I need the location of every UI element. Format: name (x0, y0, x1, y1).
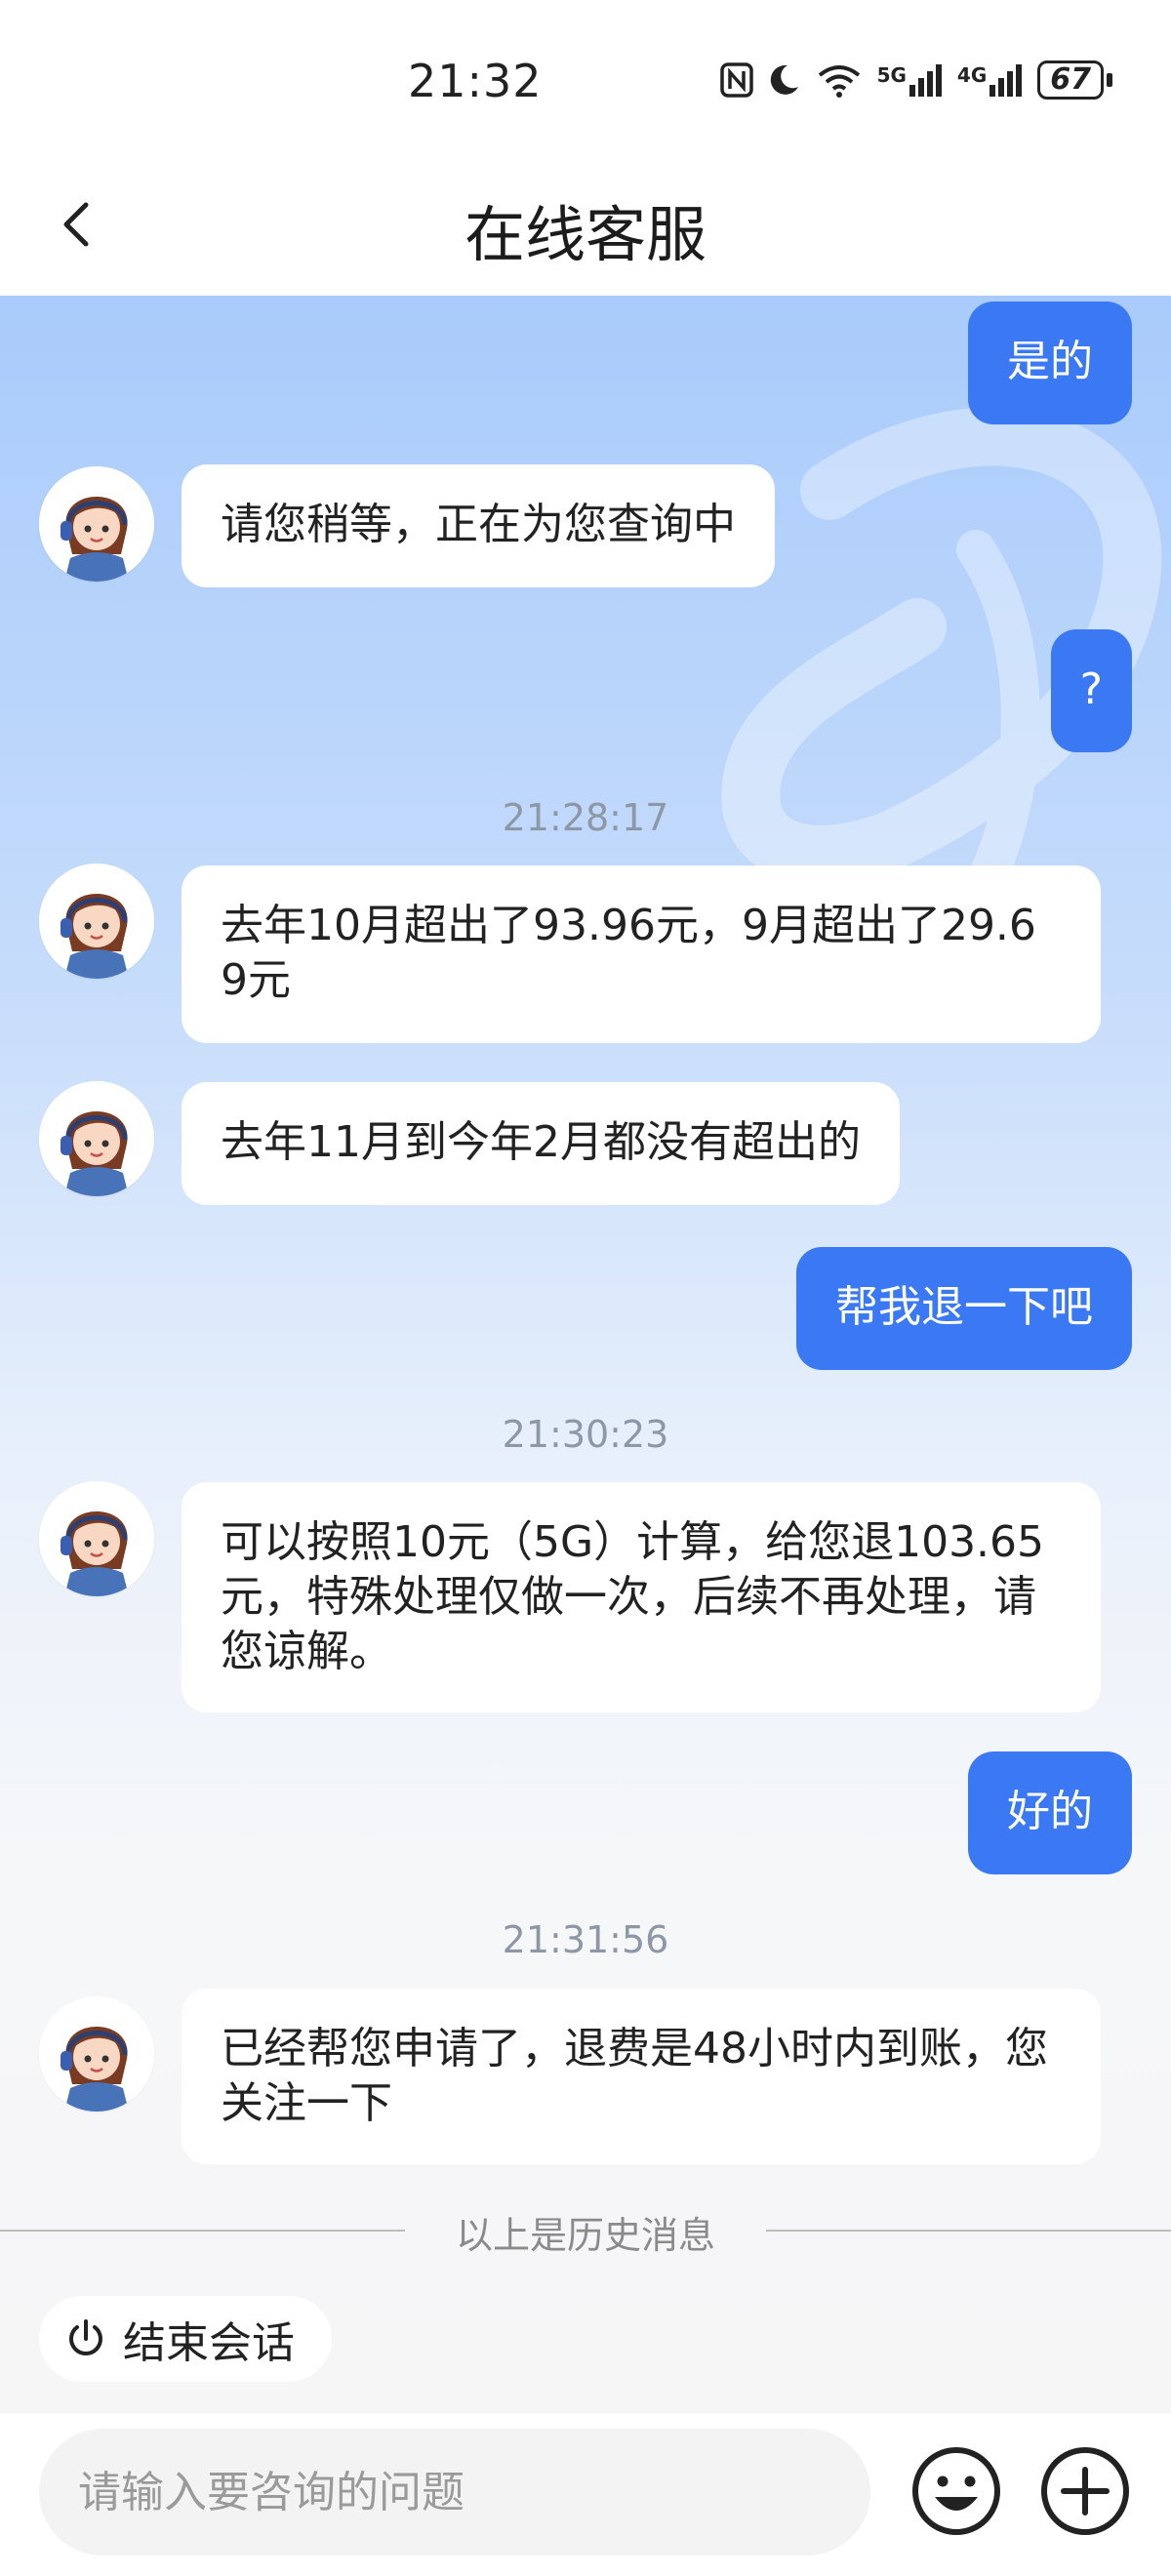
user-message-bubble: 是的 (968, 302, 1132, 424)
status-icons: 5G 4G 67 (719, 60, 1112, 100)
nfc-icon (719, 62, 753, 98)
agent-avatar (39, 1481, 154, 1596)
message-timestamp: 21:28:17 (502, 796, 669, 839)
agent-message-bubble: 去年11月到今年2月都没有超出的 (182, 1082, 900, 1205)
chat-area[interactable]: 是的 请您稍等，正在为您查询中 ? 21:28:17 去年10月超出了93.96… (0, 296, 1171, 2413)
5g-signal-icon: 5G (877, 63, 944, 97)
agent-avatar-icon (39, 1481, 154, 1596)
history-divider: 以上是历史消息 (0, 2205, 1171, 2257)
user-message-bubble: ? (1050, 629, 1132, 752)
agent-avatar-icon (39, 1081, 154, 1196)
status-bar: 21:32 5G 4G 67 (0, 0, 1171, 156)
end-session-label: 结束会话 (123, 2318, 295, 2368)
agent-message-bubble: 请您稍等，正在为您查询中 (182, 464, 775, 587)
net-label-5g: 5G (876, 63, 907, 87)
agent-message-bubble: 去年10月超出了93.96元，9月超出了29.69元 (182, 865, 1101, 1043)
agent-avatar (39, 1996, 154, 2112)
plus-icon[interactable] (1036, 2442, 1134, 2540)
wifi-icon (818, 65, 860, 98)
input-bar (0, 2413, 1171, 2576)
battery-level: 67 (1037, 60, 1104, 100)
agent-avatar-icon (39, 864, 154, 979)
emoji-icon[interactable] (908, 2442, 1005, 2540)
net-label-4g: 4G (956, 63, 988, 87)
agent-avatar (39, 1081, 154, 1196)
user-message-bubble: 帮我退一下吧 (796, 1247, 1132, 1370)
page-title: 在线客服 (464, 199, 707, 270)
message-input[interactable] (39, 2429, 870, 2556)
history-divider-label: 以上是历史消息 (455, 2214, 715, 2257)
end-session-button[interactable]: 结束会话 (39, 2296, 332, 2382)
agent-avatar (39, 864, 154, 979)
agent-message-bubble: 可以按照10元（5G）计算，给您退103.65元，特殊处理仅做一次，后续不再处理… (182, 1482, 1101, 1712)
moon-icon (770, 64, 798, 95)
agent-avatar (39, 466, 154, 582)
power-icon (69, 2319, 102, 2355)
agent-message-bubble: 已经帮您申请了，退费是48小时内到账，您关注一下 (182, 1989, 1101, 2164)
message-timestamp: 21:30:23 (502, 1413, 669, 1456)
header: 在线客服 (0, 156, 1171, 296)
agent-avatar-icon (39, 1996, 154, 2112)
status-time: 21:32 (408, 55, 543, 107)
user-message-bubble: 好的 (968, 1751, 1132, 1874)
4g-signal-icon: 4G (957, 63, 1024, 97)
agent-avatar-icon (39, 466, 154, 582)
battery-icon: 67 (1037, 60, 1112, 100)
message-timestamp: 21:31:56 (502, 1918, 669, 1961)
